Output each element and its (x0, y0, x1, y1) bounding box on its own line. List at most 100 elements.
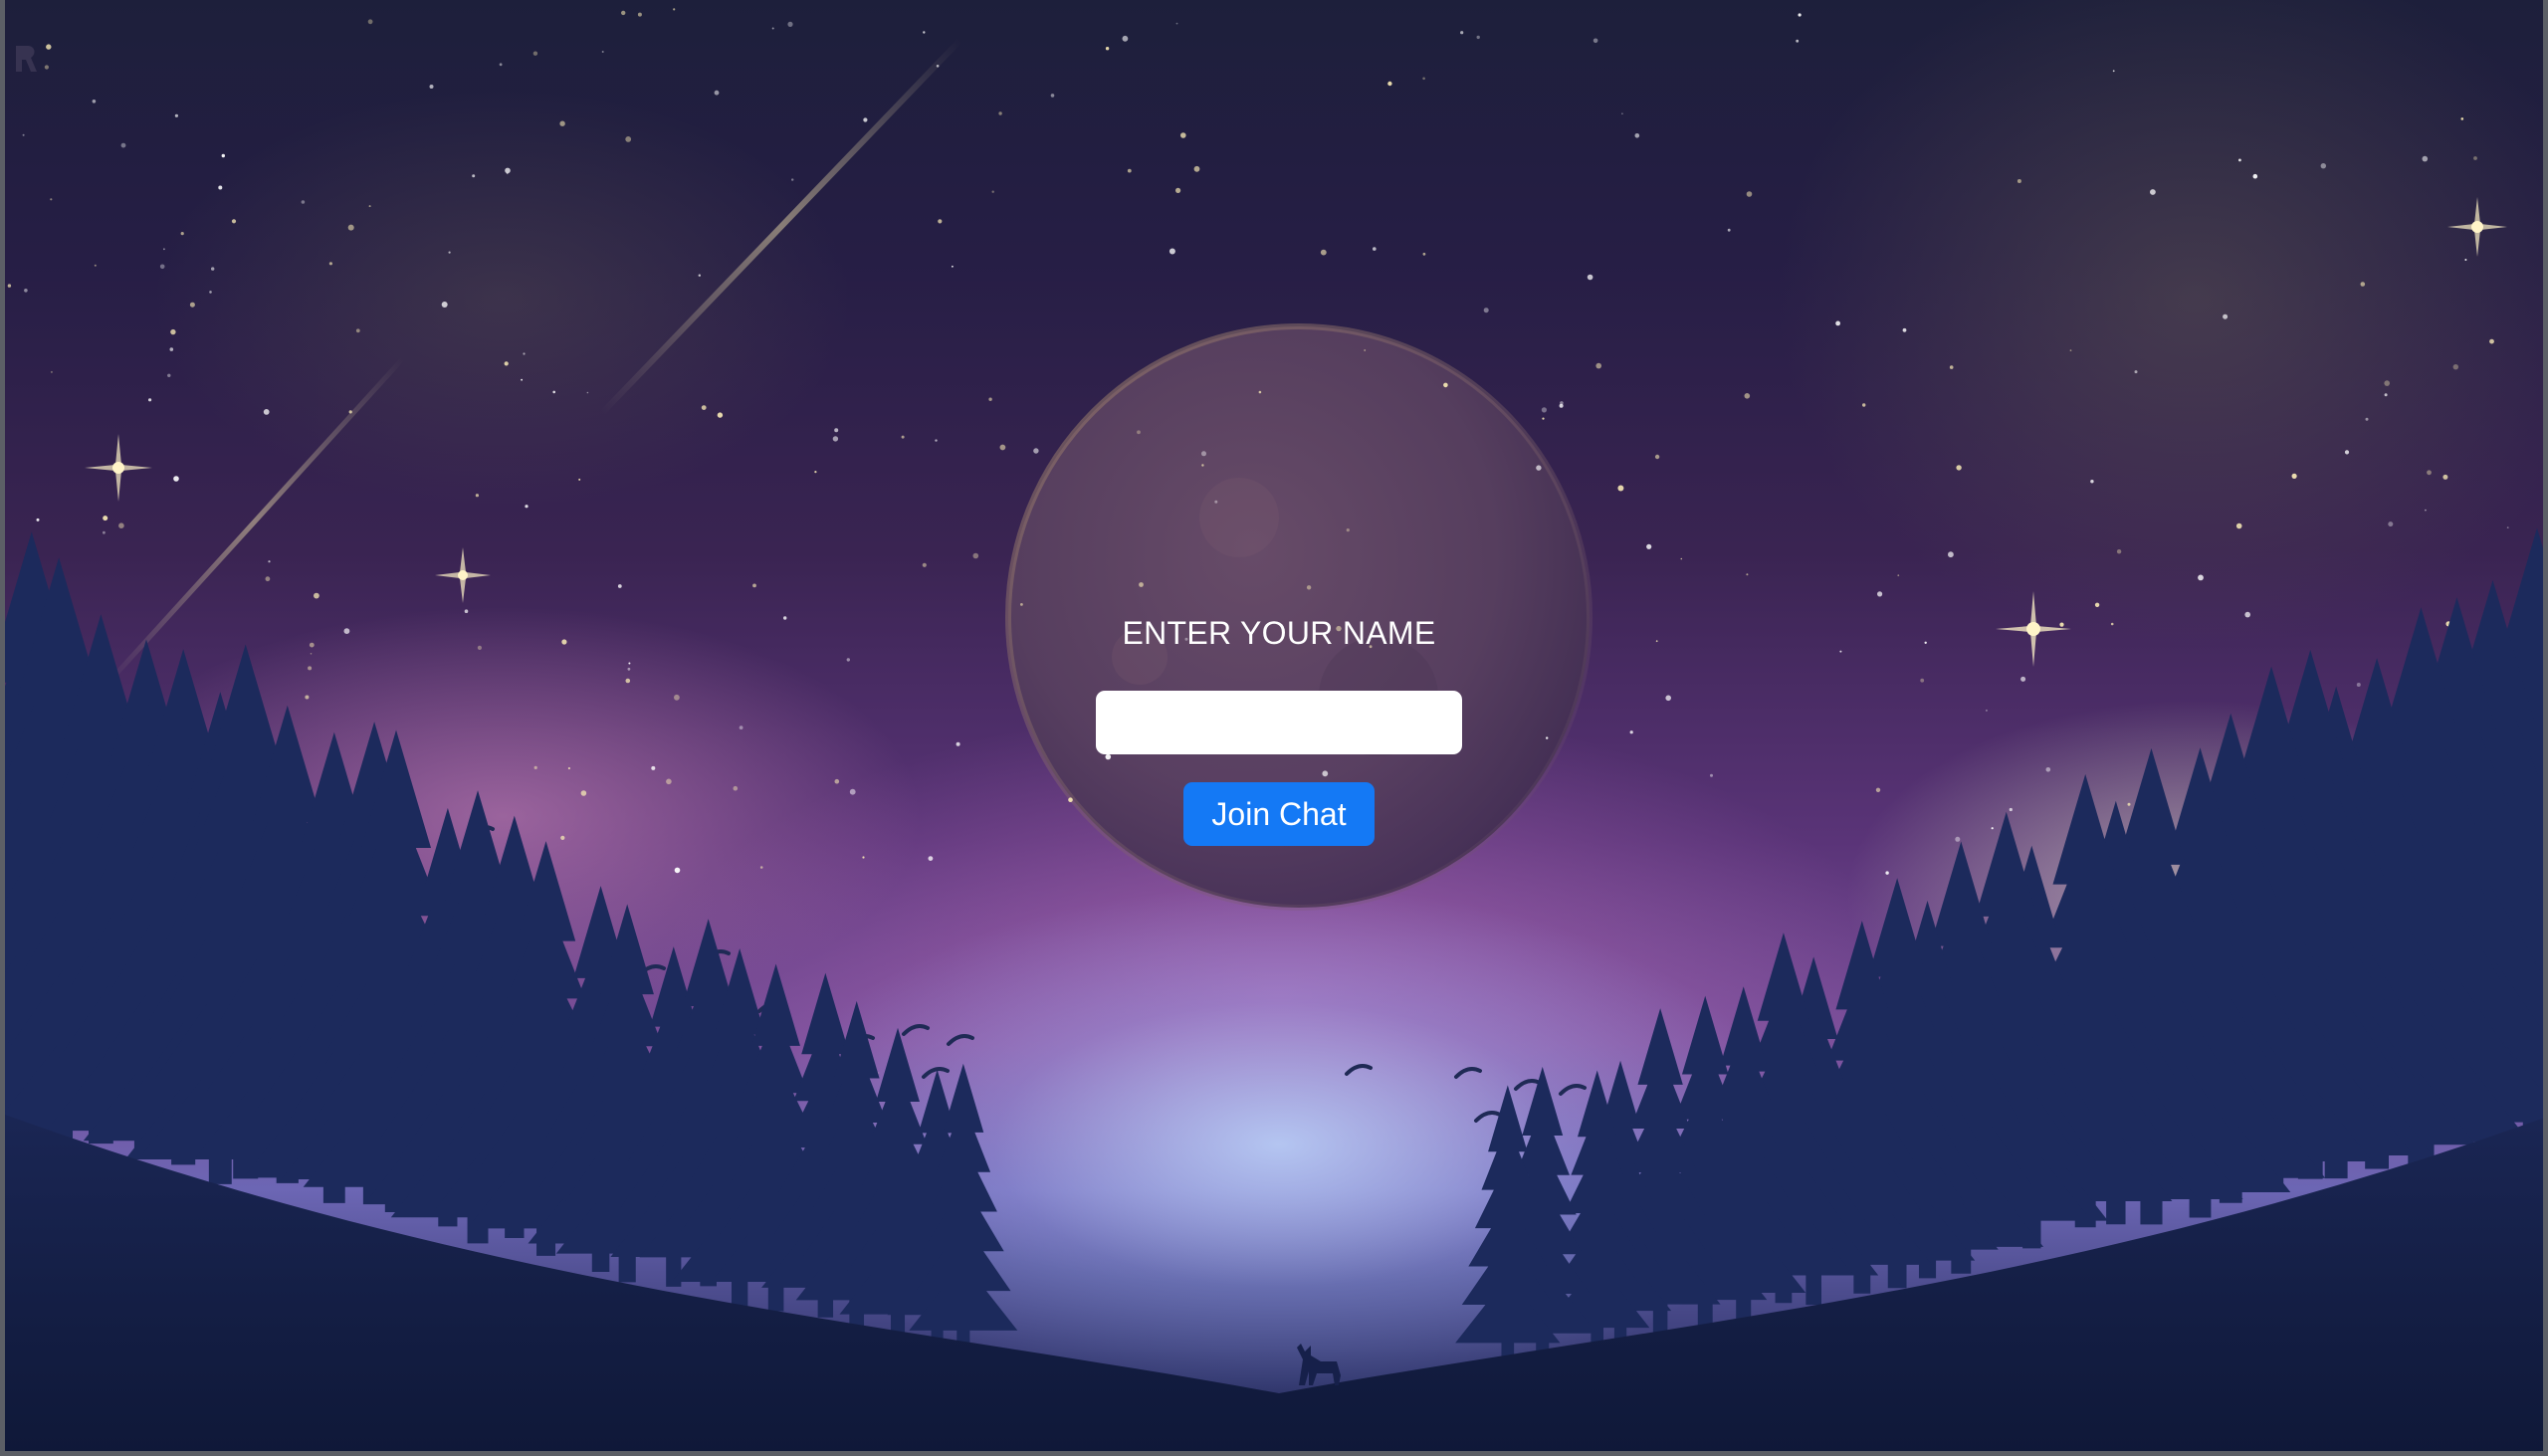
star (580, 790, 587, 796)
star (1476, 35, 1480, 40)
star (2244, 611, 2250, 618)
star (714, 90, 720, 96)
star (1920, 678, 1925, 683)
star (2506, 526, 2509, 528)
star (1364, 349, 1367, 351)
join-chat-button[interactable]: Join Chat (1183, 782, 1375, 846)
star (1587, 274, 1593, 281)
star (50, 370, 53, 373)
star (956, 741, 960, 746)
star (189, 302, 195, 308)
bird (947, 1034, 974, 1046)
star (1798, 13, 1802, 17)
star (2116, 549, 2122, 554)
star (1373, 247, 1377, 251)
star (2017, 179, 2021, 183)
star (586, 391, 589, 394)
star (717, 412, 724, 418)
star (2320, 163, 2326, 169)
star (180, 232, 184, 236)
star (301, 200, 306, 204)
star (1050, 94, 1055, 98)
star (1020, 603, 1023, 606)
star (305, 695, 310, 700)
star (1536, 465, 1542, 471)
bird (1345, 1064, 1373, 1076)
star (2069, 349, 2072, 351)
star (314, 592, 319, 599)
star (972, 552, 979, 559)
star (22, 133, 25, 136)
star (1306, 585, 1312, 590)
star (637, 12, 642, 17)
star (1955, 836, 1961, 842)
star (2489, 338, 2494, 344)
star (2344, 450, 2350, 455)
star (1885, 871, 1889, 875)
star (1621, 112, 1623, 114)
bird (902, 1024, 930, 1036)
star (2464, 259, 2467, 261)
star (701, 405, 707, 410)
star (1175, 187, 1181, 193)
star (308, 666, 313, 671)
star (1127, 168, 1132, 173)
star (935, 439, 938, 442)
star (2356, 683, 2361, 687)
star (552, 390, 555, 394)
star (159, 264, 165, 270)
star (1655, 640, 1658, 643)
star (343, 628, 350, 634)
star (328, 262, 332, 266)
star (2020, 676, 2026, 682)
star (2252, 173, 2258, 179)
star (561, 639, 567, 645)
star (367, 19, 373, 25)
star (666, 778, 672, 785)
star (998, 111, 1002, 115)
star (849, 788, 856, 795)
star (103, 516, 108, 521)
star (1948, 551, 1954, 558)
star (2009, 807, 2013, 812)
star (863, 117, 868, 122)
name-input[interactable] (1096, 691, 1462, 754)
star (1201, 451, 1206, 457)
star (2198, 574, 2204, 581)
star (1542, 417, 1545, 420)
star (1559, 403, 1564, 408)
star (368, 205, 371, 208)
star (625, 678, 631, 684)
star (651, 765, 656, 770)
star (268, 560, 271, 563)
star (174, 113, 178, 117)
star (209, 291, 212, 294)
star (263, 409, 270, 415)
star (2384, 393, 2388, 397)
star (1877, 591, 1883, 597)
star (1680, 557, 1683, 560)
star (2388, 521, 2394, 527)
star (2150, 189, 2156, 195)
star (211, 267, 215, 271)
star (2090, 480, 2094, 484)
star (1105, 47, 1110, 51)
star (2360, 282, 2366, 287)
star (834, 428, 839, 433)
star (1665, 695, 1671, 702)
star (1629, 730, 1633, 734)
star (733, 785, 739, 791)
star (617, 584, 622, 588)
star (120, 142, 126, 148)
star (1592, 38, 1598, 44)
bird (1474, 1111, 1502, 1123)
star (1617, 485, 1624, 492)
star (771, 27, 774, 30)
star (1422, 77, 1425, 81)
star (1193, 165, 1200, 172)
star (163, 248, 165, 251)
star (901, 435, 905, 439)
star (2112, 70, 2115, 73)
star (1258, 390, 1262, 394)
star (523, 352, 526, 355)
